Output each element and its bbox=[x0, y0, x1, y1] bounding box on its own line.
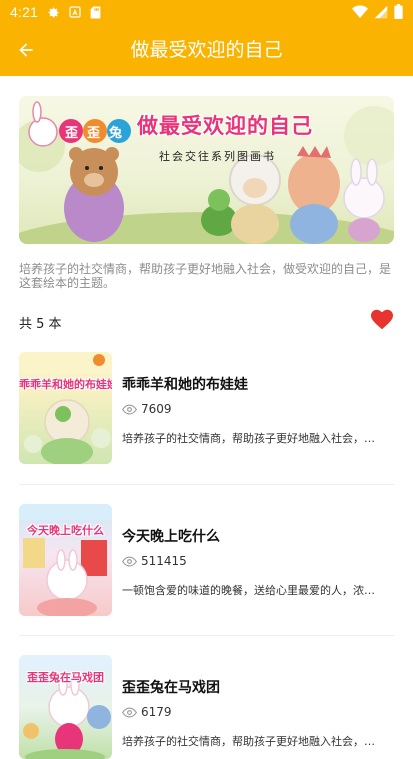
book-title: 歪歪兔在马戏团 bbox=[122, 680, 220, 696]
eye-icon bbox=[122, 404, 137, 414]
book-description: 一顿饱含爱的味道的晚餐，送给心里最爱的人，浓… bbox=[122, 584, 375, 597]
battery-icon bbox=[394, 4, 403, 19]
cover-title: 乖乖羊和她的布娃娃 bbox=[19, 378, 112, 391]
signal-icon bbox=[374, 5, 388, 18]
book-title: 乖乖羊和她的布娃娃 bbox=[122, 377, 248, 393]
banner-subtitle: 社会交往系列图画书 bbox=[159, 150, 276, 163]
view-count: 6179 bbox=[122, 705, 172, 719]
book-cover-image: 今天晚上吃什么 bbox=[19, 504, 112, 616]
wifi-icon bbox=[352, 4, 368, 18]
view-count: 7609 bbox=[122, 402, 172, 416]
text-a-icon bbox=[69, 6, 81, 18]
heart-icon bbox=[371, 309, 393, 330]
book-list-item[interactable]: 歪歪兔在马戏团 歪歪兔在马戏团 6179 培养孩子的社交情商，帮助孩子更好地融入… bbox=[19, 655, 394, 759]
count-row: 共 5 本 bbox=[19, 308, 394, 332]
book-title: 今天晚上吃什么 bbox=[122, 529, 220, 545]
series-description: 培养孩子的社交情商，帮助孩子更好地融入社会，做受欢迎的自己，是这套绘本的主题。 bbox=[19, 262, 392, 290]
view-count-value: 6179 bbox=[141, 705, 172, 719]
book-description: 培养孩子的社交情商，帮助孩子更好地融入社会，… bbox=[122, 432, 375, 445]
book-cover-image: 乖乖羊和她的布娃娃 bbox=[19, 352, 112, 464]
book-count: 共 5 本 bbox=[19, 317, 62, 332]
cover-art bbox=[19, 352, 112, 464]
favorite-button[interactable] bbox=[370, 308, 394, 330]
book-cover-image: 歪歪兔在马戏团 bbox=[19, 655, 112, 759]
banner-title: 做最受欢迎的自己 bbox=[137, 114, 313, 138]
view-count-value: 511415 bbox=[141, 554, 187, 568]
view-count-value: 7609 bbox=[141, 402, 172, 416]
banner-logo-text: 歪歪兔 bbox=[65, 126, 132, 141]
page-title: 做最受欢迎的自己 bbox=[130, 39, 283, 61]
eye-icon bbox=[122, 556, 137, 566]
cover-art bbox=[19, 504, 112, 616]
series-banner-image: 歪歪兔 做最受欢迎的自己 社会交往系列图画书 bbox=[19, 96, 394, 244]
view-count: 511415 bbox=[122, 554, 187, 568]
banner-logo: 歪歪兔 bbox=[59, 118, 131, 144]
status-bar: 4:21 bbox=[0, 0, 413, 24]
gear-icon bbox=[48, 7, 59, 18]
eye-icon bbox=[122, 707, 137, 717]
cover-title: 今天晚上吃什么 bbox=[27, 524, 104, 537]
book-list-item[interactable]: 今天晚上吃什么 今天晚上吃什么 511415 一顿饱含爱的味道的晚餐，送给心里最… bbox=[19, 504, 394, 654]
book-description: 培养孩子的社交情商，帮助孩子更好地融入社会，… bbox=[122, 735, 375, 748]
book-list-item[interactable]: 乖乖羊和她的布娃娃 乖乖羊和她的布娃娃 7609 培养孩子的社交情商，帮助孩子更… bbox=[19, 352, 394, 502]
cover-title: 歪歪兔在马戏团 bbox=[27, 671, 104, 684]
status-time: 4:21 bbox=[10, 4, 39, 20]
divider bbox=[19, 484, 394, 485]
sd-card-icon bbox=[90, 6, 101, 18]
app-bar: 做最受欢迎的自己 bbox=[0, 24, 413, 76]
divider bbox=[19, 635, 394, 636]
